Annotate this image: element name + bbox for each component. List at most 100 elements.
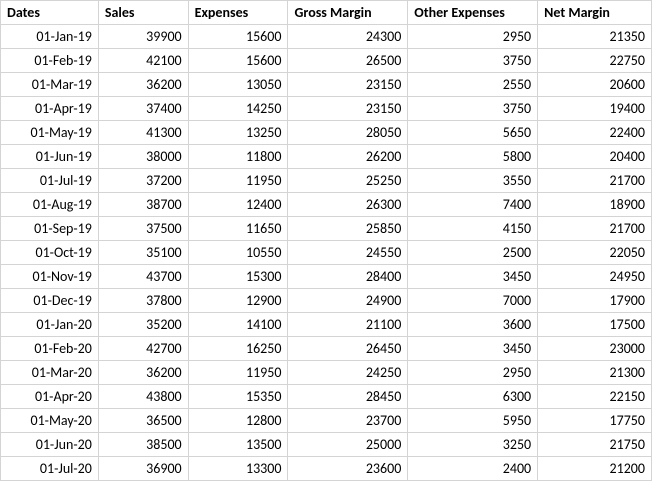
cell-date: 01-Jun-20 [1,433,99,457]
header-row: Dates Sales Expenses Gross Margin Other … [1,1,652,25]
cell-sales: 43700 [98,265,188,289]
cell-expenses: 11650 [188,217,288,241]
cell-expenses: 16250 [188,337,288,361]
cell-sales: 38500 [98,433,188,457]
cell-sales: 41300 [98,121,188,145]
cell-net-margin: 20400 [538,145,652,169]
cell-net-margin: 17900 [538,289,652,313]
cell-gross-margin: 26450 [288,337,408,361]
cell-sales: 36500 [98,409,188,433]
cell-net-margin: 20600 [538,73,652,97]
cell-other-expenses: 5800 [408,145,538,169]
cell-date: 01-Jan-19 [1,25,99,49]
cell-other-expenses: 2950 [408,25,538,49]
table-row: 01-Sep-19375001165025850415021700 [1,217,652,241]
table-row: 01-Apr-19374001425023150375019400 [1,97,652,121]
header-dates: Dates [1,1,99,25]
cell-date: 01-Nov-19 [1,265,99,289]
cell-gross-margin: 28050 [288,121,408,145]
cell-date: 01-Mar-19 [1,73,99,97]
table-row: 01-Jan-19399001560024300295021350 [1,25,652,49]
cell-other-expenses: 3450 [408,265,538,289]
cell-net-margin: 22050 [538,241,652,265]
cell-gross-margin: 23150 [288,73,408,97]
cell-sales: 42700 [98,337,188,361]
cell-expenses: 12900 [188,289,288,313]
table-row: 01-Jul-19372001195025250355021700 [1,169,652,193]
table-row: 01-Feb-20427001625026450345023000 [1,337,652,361]
cell-net-margin: 17500 [538,313,652,337]
table-row: 01-Apr-20438001535028450630022150 [1,385,652,409]
cell-gross-margin: 24900 [288,289,408,313]
cell-expenses: 15600 [188,49,288,73]
table-body: 01-Jan-1939900156002430029502135001-Feb-… [1,25,652,481]
cell-sales: 36200 [98,73,188,97]
cell-sales: 42100 [98,49,188,73]
cell-date: 01-Jul-20 [1,457,99,481]
cell-net-margin: 24950 [538,265,652,289]
cell-sales: 37400 [98,97,188,121]
cell-expenses: 13250 [188,121,288,145]
cell-expenses: 14250 [188,97,288,121]
table-row: 01-Jun-20385001350025000325021750 [1,433,652,457]
cell-other-expenses: 3550 [408,169,538,193]
cell-sales: 38000 [98,145,188,169]
cell-gross-margin: 25000 [288,433,408,457]
cell-net-margin: 21350 [538,25,652,49]
cell-gross-margin: 23600 [288,457,408,481]
cell-net-margin: 18900 [538,193,652,217]
cell-sales: 37200 [98,169,188,193]
cell-net-margin: 21700 [538,217,652,241]
table-row: 01-Aug-19387001240026300740018900 [1,193,652,217]
cell-date: 01-Dec-19 [1,289,99,313]
cell-gross-margin: 28400 [288,265,408,289]
cell-net-margin: 19400 [538,97,652,121]
cell-date: 01-Sep-19 [1,217,99,241]
cell-date: 01-May-19 [1,121,99,145]
cell-date: 01-Mar-20 [1,361,99,385]
table-row: 01-Dec-19378001290024900700017900 [1,289,652,313]
header-expenses: Expenses [188,1,288,25]
header-other-expenses: Other Expenses [408,1,538,25]
cell-gross-margin: 21100 [288,313,408,337]
table-row: 01-May-19413001325028050565022400 [1,121,652,145]
cell-expenses: 11800 [188,145,288,169]
cell-sales: 36200 [98,361,188,385]
cell-gross-margin: 24250 [288,361,408,385]
cell-gross-margin: 25250 [288,169,408,193]
table-row: 01-Mar-20362001195024250295021300 [1,361,652,385]
financial-table: Dates Sales Expenses Gross Margin Other … [0,0,652,481]
cell-other-expenses: 6300 [408,385,538,409]
cell-gross-margin: 23700 [288,409,408,433]
cell-expenses: 15350 [188,385,288,409]
cell-gross-margin: 26500 [288,49,408,73]
cell-other-expenses: 3450 [408,337,538,361]
cell-other-expenses: 2400 [408,457,538,481]
cell-sales: 38700 [98,193,188,217]
cell-net-margin: 23000 [538,337,652,361]
cell-other-expenses: 5650 [408,121,538,145]
cell-expenses: 11950 [188,361,288,385]
table-row: 01-Jan-20352001410021100360017500 [1,313,652,337]
cell-expenses: 12400 [188,193,288,217]
cell-date: 01-Feb-19 [1,49,99,73]
table-row: 01-Feb-19421001560026500375022750 [1,49,652,73]
cell-expenses: 14100 [188,313,288,337]
cell-net-margin: 17750 [538,409,652,433]
cell-gross-margin: 26300 [288,193,408,217]
cell-gross-margin: 23150 [288,97,408,121]
cell-other-expenses: 3600 [408,313,538,337]
cell-expenses: 13500 [188,433,288,457]
cell-expenses: 10550 [188,241,288,265]
cell-date: 01-Apr-20 [1,385,99,409]
cell-gross-margin: 28450 [288,385,408,409]
table-row: 01-Jun-19380001180026200580020400 [1,145,652,169]
cell-net-margin: 21300 [538,361,652,385]
cell-date: 01-Jul-19 [1,169,99,193]
cell-expenses: 12800 [188,409,288,433]
header-net-margin: Net Margin [538,1,652,25]
header-gross-margin: Gross Margin [288,1,408,25]
cell-gross-margin: 24550 [288,241,408,265]
cell-sales: 37800 [98,289,188,313]
cell-gross-margin: 25850 [288,217,408,241]
